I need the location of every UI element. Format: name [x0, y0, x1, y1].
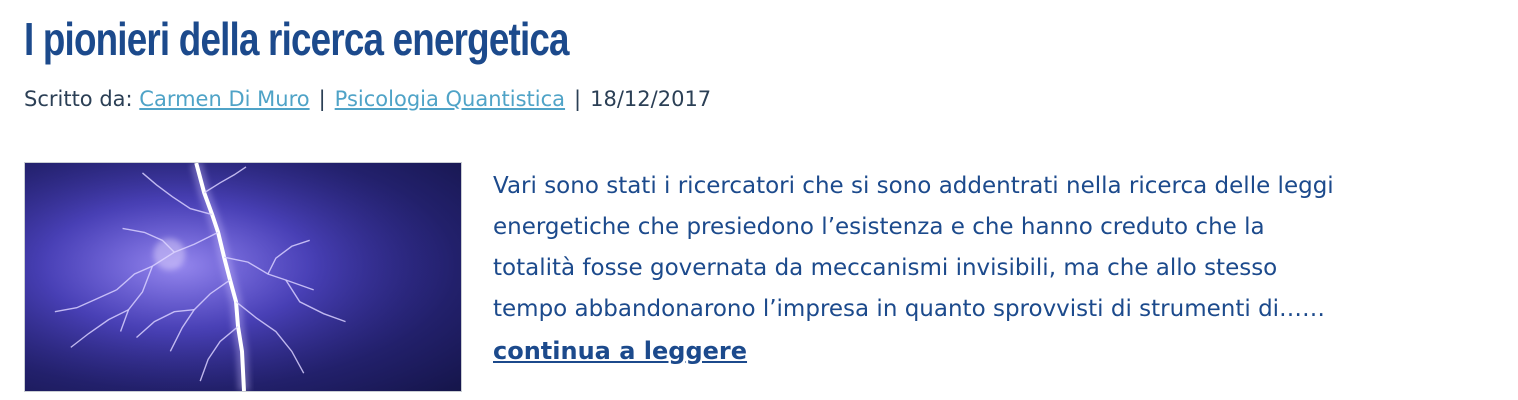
- article-excerpt: Vari sono stati i ricercatori che si son…: [493, 166, 1493, 373]
- excerpt-line: totalità fosse governata da meccanismi i…: [493, 255, 1278, 281]
- excerpt-paragraph: Vari sono stati i ricercatori che si son…: [493, 166, 1493, 330]
- meta-separator: |: [574, 87, 582, 111]
- excerpt-line: Vari sono stati i ricercatori che si son…: [493, 173, 1334, 199]
- meta-separator: |: [318, 87, 326, 111]
- meta-prefix: Scritto da:: [24, 87, 140, 111]
- article-card: I pionieri della ricerca energetica Scri…: [24, 0, 1504, 400]
- publish-date: 18/12/2017: [590, 87, 712, 111]
- excerpt-line: tempo abbandonarono l’impresa in quanto …: [493, 296, 1326, 322]
- lightning-icon: [25, 163, 461, 391]
- excerpt-line: energetiche che presiedono l’esistenza e…: [493, 214, 1265, 240]
- read-more-link[interactable]: continua a leggere: [493, 332, 747, 370]
- category-link[interactable]: Psicologia Quantistica: [335, 87, 565, 111]
- author-link[interactable]: Carmen Di Muro: [139, 87, 309, 111]
- article-meta: Scritto da: Carmen Di Muro | Psicologia Qu…: [24, 84, 711, 114]
- lightning-thumbnail[interactable]: [24, 162, 462, 392]
- article-title[interactable]: I pionieri della ricerca energetica: [24, 6, 569, 72]
